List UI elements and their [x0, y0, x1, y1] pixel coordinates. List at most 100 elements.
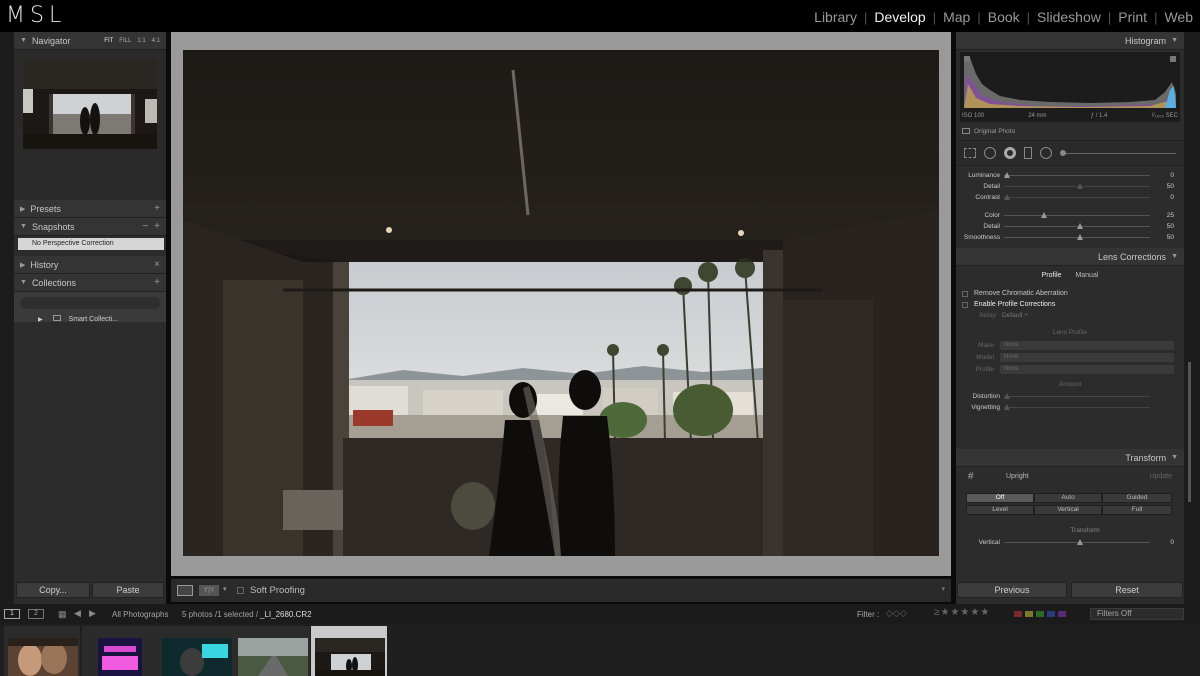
paste-button[interactable]: Paste — [92, 582, 164, 598]
color-slider[interactable]: Color 25 — [956, 210, 1184, 221]
forward-arrow-icon[interactable]: ▶ — [89, 608, 96, 619]
slider-value[interactable]: 25 — [1150, 212, 1174, 219]
module-develop[interactable]: Develop — [867, 9, 932, 25]
vertical-value[interactable]: 0 — [1150, 539, 1174, 546]
model-row[interactable]: Model None — [956, 351, 1184, 363]
red-eye-icon[interactable] — [1004, 147, 1016, 159]
flag-filter-icons[interactable]: ◇◇◇ — [886, 608, 907, 619]
upright-auto-button[interactable]: Auto — [1034, 493, 1102, 503]
zoom-fill-option[interactable]: FILL — [119, 38, 131, 44]
profile-select[interactable]: None — [1000, 364, 1174, 374]
smoothness-slider[interactable]: Smoothness 50 — [956, 232, 1184, 243]
distortion-slider[interactable]: Distortion — [956, 391, 1184, 402]
toolbar-menu-icon[interactable]: ▾ — [941, 585, 945, 593]
filename-label[interactable]: _LI_2680.CR2 — [260, 610, 312, 619]
make-row[interactable]: Make None — [956, 339, 1184, 351]
lens-corrections-header[interactable]: Lens Corrections ▼ — [956, 248, 1184, 266]
slider-value[interactable]: 50 — [1150, 183, 1174, 190]
module-map[interactable]: Map — [936, 9, 977, 25]
history-header[interactable]: ▶ History × — [14, 256, 166, 274]
setup-select[interactable]: Default ÷ — [1002, 312, 1028, 319]
make-select[interactable]: None — [1000, 340, 1174, 350]
filmstrip-thumbnail[interactable] — [82, 626, 158, 676]
slider-value[interactable]: 0 — [1150, 172, 1174, 179]
module-print[interactable]: Print — [1111, 9, 1154, 25]
model-select[interactable]: None — [1000, 352, 1174, 362]
luminance-contrast-slider[interactable]: Contrast 0 — [956, 192, 1184, 203]
profile-row[interactable]: Profile None — [956, 363, 1184, 375]
upright-vertical-button[interactable]: Vertical — [1034, 505, 1102, 515]
graduated-filter-icon[interactable] — [1024, 147, 1032, 159]
enable-profile-checkbox[interactable]: Enable Profile Corrections — [956, 299, 1184, 310]
add-collection-icon[interactable]: + — [154, 277, 160, 288]
previous-button[interactable]: Previous — [957, 582, 1067, 598]
filmstrip-thumbnail[interactable] — [234, 626, 310, 676]
module-book[interactable]: Book — [981, 9, 1027, 25]
luminance-slider[interactable]: Luminance 0 — [956, 170, 1184, 181]
color-label-filter[interactable] — [1014, 611, 1084, 617]
reset-button[interactable]: Reset — [1071, 582, 1183, 598]
histogram-header[interactable]: Histogram ▼ — [956, 32, 1184, 50]
navigator-header[interactable]: ▼ Navigator FIT FILL 1:1 4:1 — [14, 32, 166, 50]
back-arrow-icon[interactable]: ◀ — [74, 608, 81, 619]
module-web[interactable]: Web — [1157, 9, 1200, 25]
snapshot-item[interactable]: No Perspective Correction — [18, 238, 164, 250]
luminance-detail-slider[interactable]: Detail 50 — [956, 181, 1184, 192]
secondary-window-button[interactable]: 2 — [28, 609, 44, 619]
right-panel-scrollbar[interactable] — [1184, 32, 1200, 604]
slider-value[interactable]: 50 — [1150, 223, 1174, 230]
upright-level-button[interactable]: Level — [966, 505, 1034, 515]
soft-proofing-checkbox[interactable] — [237, 587, 244, 594]
setup-row[interactable]: Setup Default ÷ — [956, 310, 1184, 321]
upright-off-button[interactable]: Off — [966, 493, 1034, 503]
primary-window-button[interactable]: 1 — [4, 609, 20, 619]
update-button[interactable]: Update — [1149, 473, 1172, 480]
tab-profile[interactable]: Profile — [1042, 272, 1062, 279]
presets-header[interactable]: ▶ Presets + — [14, 200, 166, 218]
tab-manual[interactable]: Manual — [1075, 272, 1098, 279]
add-snapshot-icon[interactable]: + — [154, 221, 160, 232]
collections-header[interactable]: ▼ Collections + — [14, 274, 166, 292]
transform-header[interactable]: Transform ▼ — [956, 449, 1184, 467]
grid-view-icon[interactable]: ▦ — [58, 609, 67, 620]
snapshots-header[interactable]: ▼ Snapshots − + — [14, 218, 166, 236]
rating-filter-stars[interactable]: ≥★★★★★ — [934, 607, 990, 618]
navigator-preview[interactable] — [23, 59, 157, 149]
vignetting-slider[interactable]: Vignetting — [956, 402, 1184, 413]
dropdown-arrow-icon[interactable]: ▾ — [223, 585, 227, 593]
module-slideshow[interactable]: Slideshow — [1030, 9, 1108, 25]
source-label[interactable]: All Photographs — [112, 610, 168, 619]
loupe-view-icon[interactable] — [177, 585, 193, 596]
zoom-fit-option[interactable]: FIT — [104, 38, 113, 44]
left-panel-edge[interactable] — [0, 32, 14, 604]
remove-ca-checkbox[interactable]: Remove Chromatic Aberration — [956, 288, 1184, 299]
histogram[interactable]: ISO 100 24 mm ƒ / 1.4 ¹⁄₁₆₀₀ SEC — [960, 52, 1180, 122]
transform-grid-icon[interactable]: # — [968, 471, 974, 482]
color-detail-slider[interactable]: Detail 50 — [956, 221, 1184, 232]
remove-snapshot-icon[interactable]: − — [142, 221, 148, 232]
filters-off-select[interactable]: Filters Off — [1090, 608, 1184, 620]
zoom-4to1-option[interactable]: 4:1 — [152, 38, 160, 44]
radial-filter-icon[interactable] — [1040, 147, 1052, 159]
zoom-1to1-option[interactable]: 1:1 — [137, 38, 145, 44]
filmstrip-thumbnail[interactable] — [4, 626, 80, 676]
vertical-slider[interactable]: Vertical 0 — [956, 537, 1184, 548]
upright-guided-button[interactable]: Guided — [1102, 493, 1172, 503]
copy-button[interactable]: Copy... — [16, 582, 90, 598]
smart-collection-item[interactable]: ▶ Smart Collecti... — [14, 313, 166, 327]
collection-filter-input[interactable] — [20, 297, 160, 309]
module-library[interactable]: Library — [807, 9, 864, 25]
filmstrip-thumbnail-selected[interactable] — [311, 626, 387, 676]
module-bar: MSL Library | Develop | Map | Book | Slidesh… — [0, 0, 1200, 32]
upright-full-button[interactable]: Full — [1102, 505, 1172, 515]
filmstrip-thumbnail[interactable] — [158, 626, 234, 676]
adjustment-brush-icon[interactable] — [1060, 149, 1176, 156]
spot-removal-icon[interactable] — [984, 147, 996, 159]
before-after-icon[interactable]: Y|Y — [199, 585, 219, 596]
crop-tool-icon[interactable] — [964, 148, 976, 158]
add-preset-icon[interactable]: + — [154, 203, 160, 214]
main-photo[interactable] — [183, 50, 939, 556]
slider-value[interactable]: 0 — [1150, 194, 1174, 201]
slider-value[interactable]: 50 — [1150, 234, 1174, 241]
clear-history-icon[interactable]: × — [154, 259, 160, 270]
